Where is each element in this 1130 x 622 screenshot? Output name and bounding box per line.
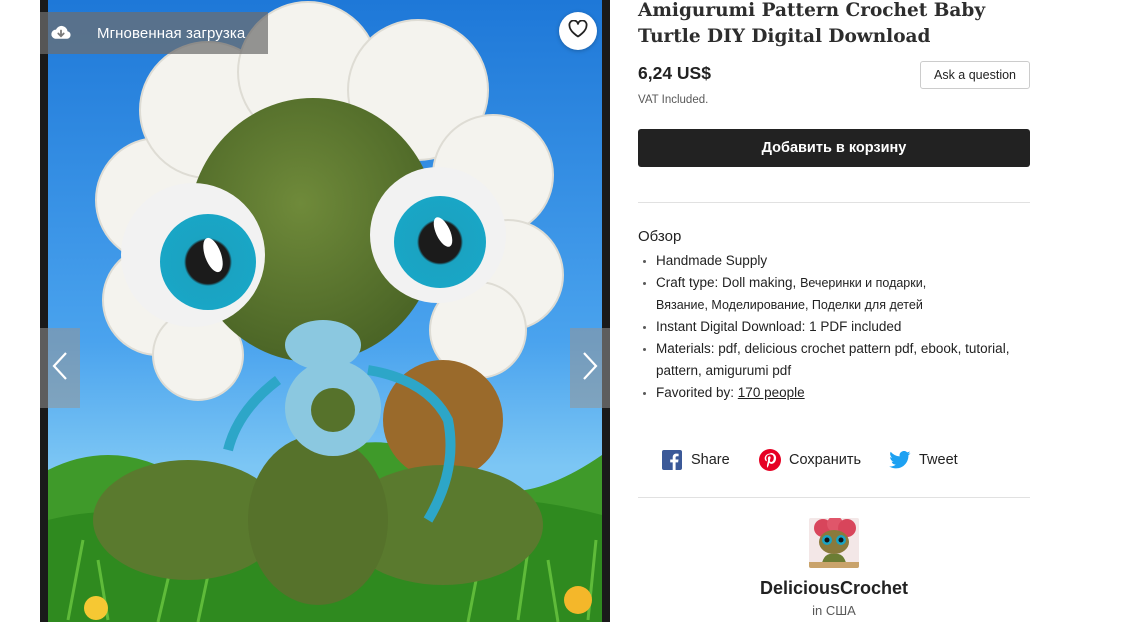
shop-location: in США [812, 603, 856, 618]
instant-download-info: Instant Digital Download: 1 PDF included [656, 319, 902, 334]
listing-price: 6,24 US$ [638, 63, 711, 83]
ask-question-button[interactable]: Ask a question [920, 61, 1030, 89]
divider [638, 202, 1030, 203]
pinterest-save-button[interactable]: Сохранить [759, 449, 861, 471]
craft-type-categories: Вечеринки и подарки, [800, 276, 927, 290]
craft-type-categories-cont: Вязание, Моделирование, Поделки для дете… [656, 298, 923, 312]
vat-note: VAT Included. [638, 94, 709, 106]
listing-photo[interactable] [48, 0, 602, 622]
shop-avatar[interactable] [809, 518, 859, 568]
twitter-icon [889, 449, 911, 471]
favorite-button[interactable] [559, 12, 597, 50]
add-to-cart-button[interactable]: Добавить в корзину [638, 129, 1030, 167]
list-item: Craft type: Doll making, Вечеринки и под… [638, 272, 1038, 316]
instant-download-badge: Мгновенная загрузка [40, 12, 268, 54]
favorited-label: Favorited by: [656, 385, 738, 400]
craft-type-label: Craft type: Doll making, [656, 275, 801, 290]
overview-heading: Обзор [638, 228, 682, 245]
heart-icon [568, 19, 588, 43]
twitter-tweet-button[interactable]: Tweet [889, 449, 958, 471]
previous-image-button[interactable] [40, 328, 80, 408]
overview-list: Handmade Supply Craft type: Doll making,… [638, 250, 1038, 404]
pinterest-save-label: Сохранить [789, 452, 862, 468]
facebook-share-label: Share [691, 452, 730, 468]
shop-name[interactable]: DeliciousCrochet [638, 578, 1030, 599]
chevron-left-icon [52, 351, 68, 386]
list-item: Materials: pdf, delicious crochet patter… [638, 338, 1018, 382]
materials-info: Materials: pdf, delicious crochet patter… [656, 341, 1010, 378]
instant-download-label: Мгновенная загрузка [97, 24, 246, 42]
next-image-button[interactable] [570, 328, 610, 408]
supply-type: Handmade Supply [656, 253, 768, 268]
cloud-download-icon [40, 12, 82, 54]
divider [638, 497, 1030, 498]
list-item: Favorited by: 170 people [638, 382, 1038, 404]
listing-title: Amigurumi Pattern Crochet Baby Turtle DI… [638, 0, 986, 47]
share-row: Share Сохранить Tweet [661, 449, 1031, 473]
chevron-right-icon [582, 351, 598, 386]
list-item: Instant Digital Download: 1 PDF included [638, 316, 1038, 338]
list-item: Handmade Supply [638, 250, 1038, 272]
pinterest-icon [759, 449, 781, 471]
twitter-tweet-label: Tweet [919, 452, 958, 468]
favorited-count-link[interactable]: 170 people [738, 385, 805, 400]
facebook-share-button[interactable]: Share [661, 449, 730, 471]
listing-image-gallery: Мгновенная загрузка [40, 0, 610, 622]
facebook-icon [661, 449, 683, 471]
